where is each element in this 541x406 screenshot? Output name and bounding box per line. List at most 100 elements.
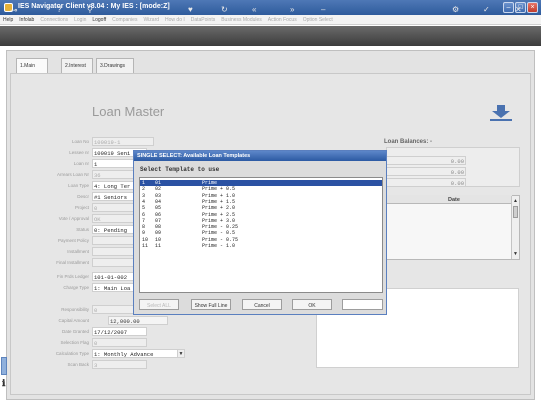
refresh-icon[interactable]: ↻ [221,5,228,14]
menu-item-option-select: Option Select [302,17,333,23]
list-item[interactable]: 6 06 Prime + 2.5 [140,212,382,218]
forward-icon[interactable]: » [290,5,294,14]
row-code: 08 [155,224,162,231]
row-number: 9 [142,230,146,237]
list-item[interactable]: 3 03 Prime + 1.0 [140,193,382,199]
window-title-bar: IES Navigator Client v8.04 : My IES : [m… [0,0,541,15]
selection-flag-field[interactable]: 0 [92,338,147,347]
row-number: 5 [142,205,146,212]
loan-no-label: Loan No [71,139,89,144]
responsibility-label: Responsibility [61,307,89,312]
status-label: Status [76,227,89,232]
row-number: 11 [142,243,149,249]
row-code: 09 [155,230,162,237]
loan-nr-label: Loan nr [73,161,89,166]
arrears-loan-nr-label: Arrears Loan Nr [56,172,89,177]
menu-item-help[interactable]: Help [0,15,16,23]
list-item[interactable]: 4 04 Prime + 1.5 [140,199,382,205]
tab-drawings[interactable]: 3.Drawings [96,58,134,74]
menu-bar: Help Infolab Connections Login Logoff Compani… [0,15,541,25]
scroll-down-icon[interactable]: ▼ [513,251,518,257]
menu-item-action-focus: Action Focus [267,17,297,23]
select-all-button[interactable]: Select ALL [139,299,179,310]
capital-amount-label: Capital Amount [58,318,89,323]
loan-balances-heading: Loan Balances: - [384,139,433,145]
scan-back-field[interactable]: 3 [92,360,147,369]
final-installment-label: Final Installment [56,260,89,265]
loan-no-field[interactable]: 100019-1 [92,137,154,146]
loan-type-label: Loan Type [68,183,89,188]
row-description: Prime + 3.0 [202,217,236,224]
row-description: Prime - 0.5 [202,230,236,237]
row-number: 2 [142,186,146,193]
side-panel-icon[interactable] [1,357,7,375]
list-item[interactable]: 7 07 Prime + 3.0 [140,218,382,224]
row-description: Prime - 0.75 [202,236,239,243]
row-number: 7 [142,217,146,224]
menu-item-logoff[interactable]: Logoff [89,15,109,23]
installment-label: Installment [67,249,89,254]
list-item[interactable]: 10 10 Prime - 0.75 [140,237,382,243]
close-window-button[interactable]: × [527,2,538,13]
history-grid-scrollbar[interactable]: ▲ ▼ [511,196,519,259]
row-code: 10 [155,236,162,243]
close-icon[interactable]: ✕ [515,5,522,14]
list-item[interactable]: 11 11 Prime - 1.0 [140,243,382,249]
calculation-type-field[interactable]: 1: Monthly Advance [92,349,184,358]
menu-item-business-modules: Business Modules [221,17,262,23]
list-item[interactable]: 5 05 Prime + 2.0 [140,205,382,211]
calculation-type-label: Calculation Type [55,351,89,356]
date-column-header[interactable]: Date [448,197,460,203]
heart-icon[interactable]: ♥ [188,5,193,14]
list-item[interactable]: 1 01 Prime [140,180,382,187]
key-icon[interactable]: ⊸ [10,5,18,16]
download-icon[interactable] [488,104,514,122]
row-description: Prime [202,180,218,186]
scroll-up-icon[interactable]: ▲ [513,198,518,204]
scan-back-label: Scan Back [67,362,89,367]
row-code: 02 [155,186,162,193]
gear-icon[interactable]: ⚙ [452,5,459,14]
window-title: IES Navigator Client v8.04 : My IES : [m… [18,3,170,10]
row-description: Prime + 1.5 [202,198,236,205]
show-full-line-button[interactable]: Show Full Line [191,299,231,310]
rewind-icon[interactable]: « [252,5,256,14]
row-code: 11 [155,243,162,249]
minimize-button[interactable]: – [503,2,514,13]
scroll-thumb[interactable] [513,206,518,218]
info-icon[interactable]: ℹ [2,378,5,389]
history-grid [386,195,520,260]
row-code: 07 [155,217,162,224]
dialog-filter-input[interactable] [342,299,383,310]
menu-item-login: Login [74,17,87,23]
charge-type-label: Charge Type [63,285,89,290]
help-icon[interactable]: ? [57,5,61,14]
minus-icon[interactable]: – [321,5,325,14]
capital-amount-field[interactable]: 12,000.00 [108,316,168,325]
vote-approval-label: Vote / Approval [58,216,89,221]
tab-main[interactable]: 1.Main [16,58,48,74]
cancel-button[interactable]: Cancel [242,299,282,310]
template-list[interactable]: 1 01 Prime 2 02 Prime + 0.5 3 03 Prime + 1.0 4 04 P… [139,177,383,293]
fin-prds-ledger-label: Fin Prds Ledger [56,274,89,279]
chevron-down-icon[interactable]: ▼ [177,349,185,358]
selection-flag-label: Selection Flag [60,340,89,345]
menu-item-companies: Companies [112,17,138,23]
menu-item-infolab[interactable]: Infolab [16,15,37,23]
project-label: Project [74,205,89,210]
check-icon[interactable]: ✓ [483,5,490,14]
page-title: Loan Master [92,104,165,119]
list-item[interactable]: 2 02 Prime + 0.5 [140,186,382,192]
dialog-title: SINGLE SELECT: Available Loan Templates [134,151,386,161]
row-number: 1 [142,180,146,186]
row-number: 4 [142,198,146,205]
list-item[interactable]: 9 09 Prime - 0.5 [140,230,382,236]
row-number: 10 [142,236,149,243]
ok-button[interactable]: OK [292,299,332,310]
search-icon[interactable]: ⚲ [87,5,93,14]
list-item[interactable]: 8 08 Prime - 0.25 [140,224,382,230]
date-granted-field[interactable]: 17/12/2007 [92,327,147,336]
tab-interest[interactable]: 2.Interest [61,58,93,74]
descr-label: Descr [77,194,89,199]
template-select-dialog: SINGLE SELECT: Available Loan Templates … [133,150,387,315]
